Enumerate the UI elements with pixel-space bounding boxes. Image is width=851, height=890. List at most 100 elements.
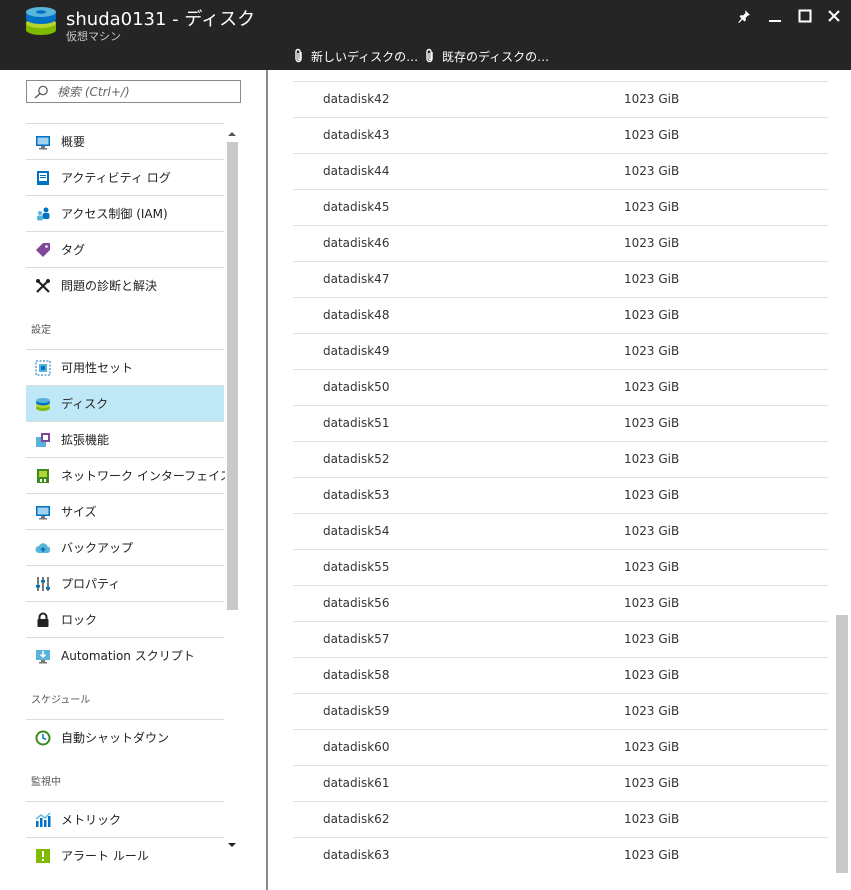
content-scrollbar-thumb[interactable] [836, 615, 848, 873]
disk-size: 1023 GiB [624, 92, 680, 106]
disk-row[interactable]: datadisk49 1023 GiB [293, 333, 828, 369]
disk-row[interactable]: datadisk46 1023 GiB [293, 225, 828, 261]
menu-item-metrics[interactable]: メトリック [26, 801, 224, 837]
disk-row[interactable]: datadisk59 1023 GiB [293, 693, 828, 729]
disk-row[interactable]: datadisk42 1023 GiB [293, 81, 828, 117]
disk-size: 1023 GiB [624, 272, 680, 286]
disk-size: 1023 GiB [624, 704, 680, 718]
disk-name: datadisk63 [323, 848, 390, 862]
disk-row[interactable]: datadisk51 1023 GiB [293, 405, 828, 441]
menu-item-activity-log[interactable]: アクティビティ ログ [26, 159, 224, 195]
disk-name: datadisk46 [323, 236, 390, 250]
paperclip-icon [295, 48, 302, 63]
menu-item-diagnose[interactable]: 問題の診断と解決 [26, 267, 224, 303]
disk-row[interactable]: datadisk60 1023 GiB [293, 729, 828, 765]
disk-size: 1023 GiB [624, 488, 680, 502]
menu-scrollbar[interactable] [225, 126, 240, 854]
close-icon[interactable] [823, 6, 845, 26]
disk-size: 1023 GiB [624, 776, 680, 790]
monitor-overview-icon [35, 134, 51, 150]
add-new-disk-label: 新しいディスクの… [311, 49, 419, 64]
add-new-disk-button[interactable]: 新しいディスクの… [293, 46, 418, 66]
scroll-up-arrow-icon[interactable] [227, 129, 237, 139]
menu-item-auto-shutdown[interactable]: 自動シャットダウン [26, 719, 224, 755]
content-scrollbar[interactable] [835, 70, 849, 888]
disk-name: datadisk52 [323, 452, 390, 466]
disk-name: datadisk50 [323, 380, 390, 394]
menu-item-access-control[interactable]: アクセス制御 (IAM) [26, 195, 224, 231]
menu-list: 概要 アクティビティ ログ アクセス制御 (IAM) タグ 問題の診断と解決 設… [26, 123, 232, 873]
menu-item-properties[interactable]: プロパティ [26, 565, 224, 601]
menu-item-size[interactable]: サイズ [26, 493, 224, 529]
disk-size: 1023 GiB [624, 308, 680, 322]
disk-row[interactable]: datadisk63 1023 GiB [293, 837, 828, 873]
disk-size: 1023 GiB [624, 848, 680, 862]
disk-row[interactable]: datadisk58 1023 GiB [293, 657, 828, 693]
pin-icon[interactable] [733, 6, 755, 26]
disk-row[interactable]: datadisk55 1023 GiB [293, 549, 828, 585]
maximize-icon[interactable] [794, 6, 816, 26]
disk-name: datadisk49 [323, 344, 390, 358]
menu-item-disks[interactable]: ディスク [26, 385, 224, 421]
menu-item-locks[interactable]: ロック [26, 601, 224, 637]
tag-icon [35, 242, 51, 258]
disk-row[interactable]: datadisk45 1023 GiB [293, 189, 828, 225]
disk-name: datadisk56 [323, 596, 390, 610]
disk-size: 1023 GiB [624, 524, 680, 538]
disk-size: 1023 GiB [624, 344, 680, 358]
disk-size: 1023 GiB [624, 740, 680, 754]
disk-name: datadisk51 [323, 416, 390, 430]
disk-name: datadisk42 [323, 92, 390, 106]
disk-size: 1023 GiB [624, 452, 680, 466]
disk-size: 1023 GiB [624, 596, 680, 610]
scroll-down-arrow-icon[interactable] [227, 840, 237, 850]
attach-existing-disk-button[interactable]: 既存のディスクの… [424, 46, 549, 66]
wrench-tools-icon [35, 278, 51, 294]
disk-size: 1023 GiB [624, 560, 680, 574]
disk-row[interactable]: datadisk52 1023 GiB [293, 441, 828, 477]
properties-bars-icon [35, 576, 51, 592]
lock-icon [35, 612, 51, 628]
menu-item-backup[interactable]: バックアップ [26, 529, 224, 565]
menu-item-automation-script[interactable]: Automation スクリプト [26, 637, 224, 673]
disk-row[interactable]: datadisk50 1023 GiB [293, 369, 828, 405]
menu-item-extensions[interactable]: 拡張機能 [26, 421, 224, 457]
disk-row[interactable]: datadisk44 1023 GiB [293, 153, 828, 189]
metrics-chart-icon [35, 812, 51, 828]
disk-size: 1023 GiB [624, 416, 680, 430]
disk-row[interactable]: datadisk56 1023 GiB [293, 585, 828, 621]
menu-scrollbar-thumb[interactable] [227, 142, 238, 610]
search-input[interactable] [57, 83, 232, 100]
menu-item-availability-set[interactable]: 可用性セット [26, 349, 224, 385]
disk-row[interactable]: datadisk61 1023 GiB [293, 765, 828, 801]
disk-list-panel: datadisk42 1023 GiB datadisk43 1023 GiB data… [270, 70, 851, 890]
disk-row[interactable]: datadisk62 1023 GiB [293, 801, 828, 837]
activity-log-icon [35, 170, 51, 186]
menu-item-label: アクセス制御 (IAM) [61, 207, 168, 221]
blade-header: shuda0131 - ディスク 仮想マシン 新しいディスクの… 既存のディスク… [0, 0, 851, 70]
menu-item-alert-rules[interactable]: アラート ルール [26, 837, 224, 873]
menu-item-tags[interactable]: タグ [26, 231, 224, 267]
alert-rule-icon [35, 848, 51, 864]
menu-item-label: ロック [61, 613, 98, 627]
disk-row[interactable]: datadisk57 1023 GiB [293, 621, 828, 657]
minimize-icon[interactable] [764, 6, 786, 26]
disk-size: 1023 GiB [624, 236, 680, 250]
disk-row[interactable]: datadisk47 1023 GiB [293, 261, 828, 297]
menu-item-overview[interactable]: 概要 [26, 123, 224, 159]
menu-item-label: バックアップ [61, 541, 134, 555]
page-subtitle: 仮想マシン [66, 30, 121, 43]
disk-name: datadisk59 [323, 704, 390, 718]
menu-item-label: サイズ [61, 505, 97, 519]
menu-item-label: メトリック [61, 813, 122, 827]
disk-row[interactable]: datadisk43 1023 GiB [293, 117, 828, 153]
menu-item-label: アクティビティ ログ [61, 171, 171, 185]
disk-name: datadisk62 [323, 812, 390, 826]
disk-row[interactable]: datadisk48 1023 GiB [293, 297, 828, 333]
disk-row[interactable]: datadisk53 1023 GiB [293, 477, 828, 513]
disk-row[interactable]: datadisk54 1023 GiB [293, 513, 828, 549]
menu-item-network-interfaces[interactable]: ネットワーク インターフェイス [26, 457, 232, 493]
paperclip-icon [426, 48, 433, 63]
search-box[interactable] [26, 80, 241, 103]
extension-icon [35, 432, 51, 448]
